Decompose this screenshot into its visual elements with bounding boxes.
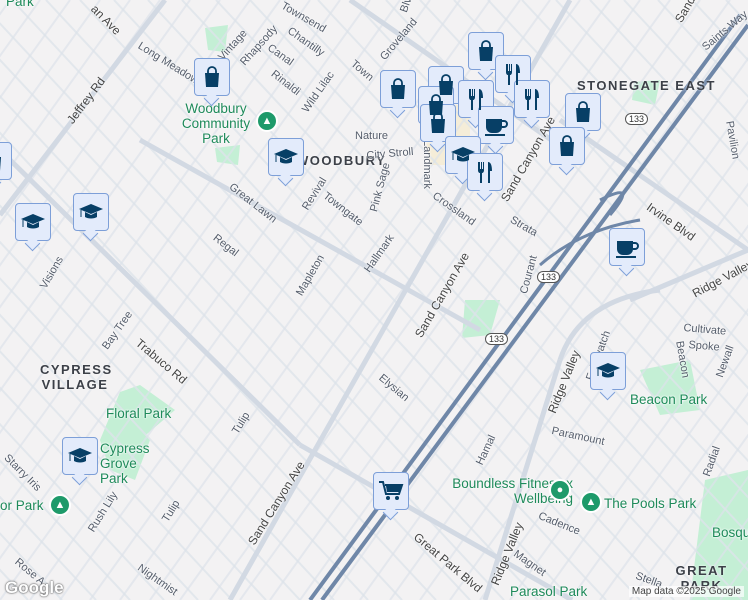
highway-shield-133: 133 [485,333,509,345]
shopping-icon [391,78,405,99]
shopping-icon [431,112,445,133]
poi-marker-school[interactable] [268,138,304,176]
park-floral: Floral Park [106,406,172,421]
park-bosque: Bosqu [712,525,748,540]
map-attribution[interactable]: Map data ©2025 Google [628,586,744,597]
cafe-icon [616,241,639,258]
poi-marker-shopping[interactable] [0,142,12,180]
park-beacon: Beacon Park [630,392,708,407]
poi-marker-cafe[interactable] [609,228,645,266]
restaurant-icon [506,64,520,85]
poi-marker-grocery[interactable] [373,472,409,510]
place-pin-icon: ● [549,479,571,501]
park-woodbury-community: Woodbury Community Park [181,101,251,146]
poi-marker-shopping[interactable] [549,127,585,165]
school-icon [596,363,620,378]
restaurant-icon [525,89,539,110]
poi-marker-school[interactable] [15,203,51,241]
poi-marker-shopping[interactable] [565,93,601,131]
shopping-icon [560,135,574,156]
cafe-icon [485,119,508,136]
poi-marker-shopping[interactable] [380,70,416,108]
poi-marker-shopping[interactable] [194,58,230,96]
street-landmark: Landmark [421,140,433,189]
poi-marker-cafe[interactable] [478,106,514,144]
neighborhood-cypress-village: CYPRESS VILLAGE [40,362,113,392]
park-cypress-grove: Cypress Grove Park [100,441,150,486]
school-icon [21,214,45,229]
highway-shield-133: 133 [537,271,561,283]
poi-marker-restaurant[interactable] [467,153,503,191]
park-the-pools: The Pools Park [604,496,697,511]
restaurant-icon [469,89,483,110]
neighborhood-stonegate-east: STONEGATE EAST [577,78,716,93]
tree-icon: ▲ [49,494,71,516]
tree-icon: ▲ [580,491,602,513]
school-icon [79,204,103,219]
park-top: Park [6,0,34,9]
poi-marker-school[interactable] [590,352,626,390]
poi-marker-school[interactable] [73,193,109,231]
tree-icon: ▲ [256,110,278,132]
shopping-icon [479,40,493,61]
google-logo: Google [5,578,64,597]
poi-marker-school[interactable] [62,437,98,475]
restaurant-icon [478,162,492,183]
street-nature: Nature [355,130,389,142]
highway-shield-133: 133 [625,113,649,125]
shopping-icon [205,66,219,87]
grocery-icon [379,481,404,500]
park-parasol: Parasol Park [510,584,588,599]
poi-marker-restaurant[interactable] [514,80,550,118]
school-icon [274,149,298,164]
school-icon [68,448,92,463]
park-harbor: or Park [0,498,44,513]
shopping-icon [576,101,590,122]
shopping-icon [0,157,1,171]
